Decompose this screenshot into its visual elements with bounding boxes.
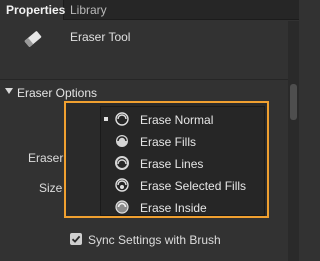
menu-item-label: Erase Normal [140,113,214,127]
menu-item-label: Erase Selected Fills [140,179,247,193]
menu-item-erase-fills[interactable]: Erase Fills [101,130,264,152]
erase-fills-icon [115,134,129,148]
menu-item-erase-inside[interactable]: Erase Inside [101,196,264,218]
erase-normal-icon [115,112,129,126]
menu-item-label: Erase Lines [140,157,204,171]
section-title: Eraser Options [17,86,98,100]
sync-settings-checkbox[interactable] [70,233,82,245]
erase-inside-icon [115,200,129,214]
menu-item-erase-lines[interactable]: Erase Lines [101,152,264,174]
tool-header: Eraser Tool [0,22,288,74]
panel-scrollbar[interactable] [288,21,299,261]
menu-item-erase-selected-fills[interactable]: Erase Selected Fills [101,174,264,196]
collapse-triangle-icon[interactable] [5,88,13,94]
tab-properties[interactable]: Properties [0,0,65,20]
panel-tabbar: Properties Library [0,0,299,20]
eraser-shape-label: Eraser [28,151,64,165]
eraser-options-header[interactable]: Eraser Options [0,82,288,102]
selected-bullet-icon [104,117,108,121]
eraser-icon [22,28,44,50]
sync-settings-label: Sync Settings with Brush [88,233,221,247]
tab-library[interactable]: Library [64,0,113,20]
menu-item-label: Erase Fills [140,135,197,149]
erase-lines-icon [115,156,129,170]
tool-name: Eraser Tool [70,30,131,44]
erase-selected-fills-icon [115,178,129,192]
divider [0,79,288,80]
erase-mode-menu: Erase Normal Erase Fills Erase Lines Era… [100,106,265,216]
menu-item-erase-normal[interactable]: Erase Normal [101,108,264,130]
scrollbar-thumb[interactable] [290,84,297,120]
erase-mode-dropdown-highlight: Erase Normal Erase Fills Erase Lines Era… [64,101,269,218]
menu-item-label: Erase Inside [140,201,207,215]
size-label: Size [39,181,63,195]
